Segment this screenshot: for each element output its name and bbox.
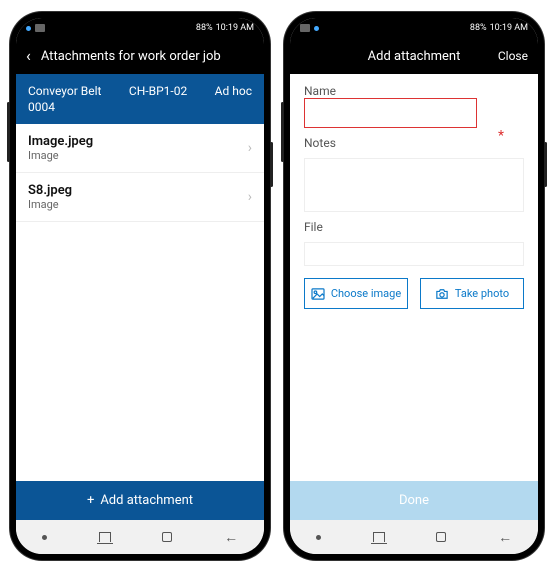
phone-left: 88% 10:19 AM ‹ Attachments for work orde…	[10, 12, 270, 560]
nav-back-icon[interactable]: ←	[224, 529, 238, 546]
add-attachment-button[interactable]: + Add attachment	[16, 481, 264, 520]
done-button[interactable]: Done	[290, 481, 538, 520]
required-icon: *	[498, 128, 504, 144]
list-item[interactable]: S8.jpeg Image ›	[16, 173, 264, 222]
status-app-icon	[300, 24, 310, 32]
status-time: 10:19 AM	[490, 23, 528, 33]
app-bar: ‹ Attachments for work order job	[16, 38, 264, 74]
attachment-form: Name * Notes File Choose image Take phot…	[290, 74, 538, 481]
done-label: Done	[399, 493, 429, 508]
status-notif-icon	[314, 26, 319, 31]
status-bar: 88% 10:19 AM	[290, 18, 538, 38]
status-app-icon	[35, 24, 45, 32]
screen-right: 88% 10:19 AM Add attachment Close Name *…	[290, 18, 538, 554]
nav-recent-icon[interactable]	[373, 532, 385, 542]
close-button[interactable]: Close	[498, 49, 528, 63]
nav-recent-icon[interactable]	[99, 532, 111, 542]
app-bar-title: Attachments for work order job	[41, 49, 221, 64]
app-bar: Add attachment Close	[290, 38, 538, 74]
android-nav-bar: ←	[290, 520, 538, 554]
nav-back-icon[interactable]: ←	[498, 529, 512, 546]
work-order-header: Conveyor Belt CH-BP1-02 Ad hoc 0004	[16, 74, 264, 124]
attachment-list: Image.jpeg Image › S8.jpeg Image ›	[16, 124, 264, 481]
asset-name: Conveyor Belt	[28, 84, 101, 98]
status-time: 10:19 AM	[216, 23, 254, 33]
work-order-id: 0004	[28, 100, 252, 114]
plus-icon: +	[87, 493, 94, 508]
take-photo-label: Take photo	[455, 287, 509, 300]
choose-image-label: Choose image	[331, 287, 401, 300]
chevron-right-icon: ›	[248, 140, 252, 156]
status-notif-icon	[26, 26, 31, 31]
nav-home-icon[interactable]	[436, 532, 446, 542]
notes-field[interactable]	[304, 158, 524, 212]
nav-home-icon[interactable]	[162, 532, 172, 542]
status-battery: 88%	[196, 23, 213, 33]
name-label: Name	[304, 84, 524, 98]
nav-menu-icon[interactable]	[316, 535, 321, 540]
attachment-title: S8.jpeg	[28, 183, 72, 198]
status-battery: 88%	[470, 23, 487, 33]
screen-left: 88% 10:19 AM ‹ Attachments for work orde…	[16, 18, 264, 554]
android-nav-bar: ←	[16, 520, 264, 554]
job-type: Ad hoc	[215, 84, 252, 98]
attachment-title: Image.jpeg	[28, 134, 93, 149]
camera-icon	[435, 288, 449, 300]
attachment-type: Image	[28, 198, 72, 211]
notes-label: Notes	[304, 136, 524, 150]
file-label: File	[304, 220, 524, 234]
attachment-type: Image	[28, 149, 93, 162]
image-icon	[311, 288, 325, 300]
list-item[interactable]: Image.jpeg Image ›	[16, 124, 264, 173]
add-attachment-label: Add attachment	[100, 493, 193, 508]
back-icon[interactable]: ‹	[26, 48, 31, 64]
chevron-right-icon: ›	[248, 189, 252, 205]
name-field[interactable]	[304, 98, 477, 128]
take-photo-button[interactable]: Take photo	[420, 278, 524, 309]
status-bar: 88% 10:19 AM	[16, 18, 264, 38]
app-bar-title: Add attachment	[368, 49, 461, 64]
nav-menu-icon[interactable]	[42, 535, 47, 540]
asset-code: CH-BP1-02	[129, 84, 187, 98]
phone-right: 88% 10:19 AM Add attachment Close Name *…	[284, 12, 544, 560]
file-slot	[304, 242, 524, 266]
choose-image-button[interactable]: Choose image	[304, 278, 408, 309]
